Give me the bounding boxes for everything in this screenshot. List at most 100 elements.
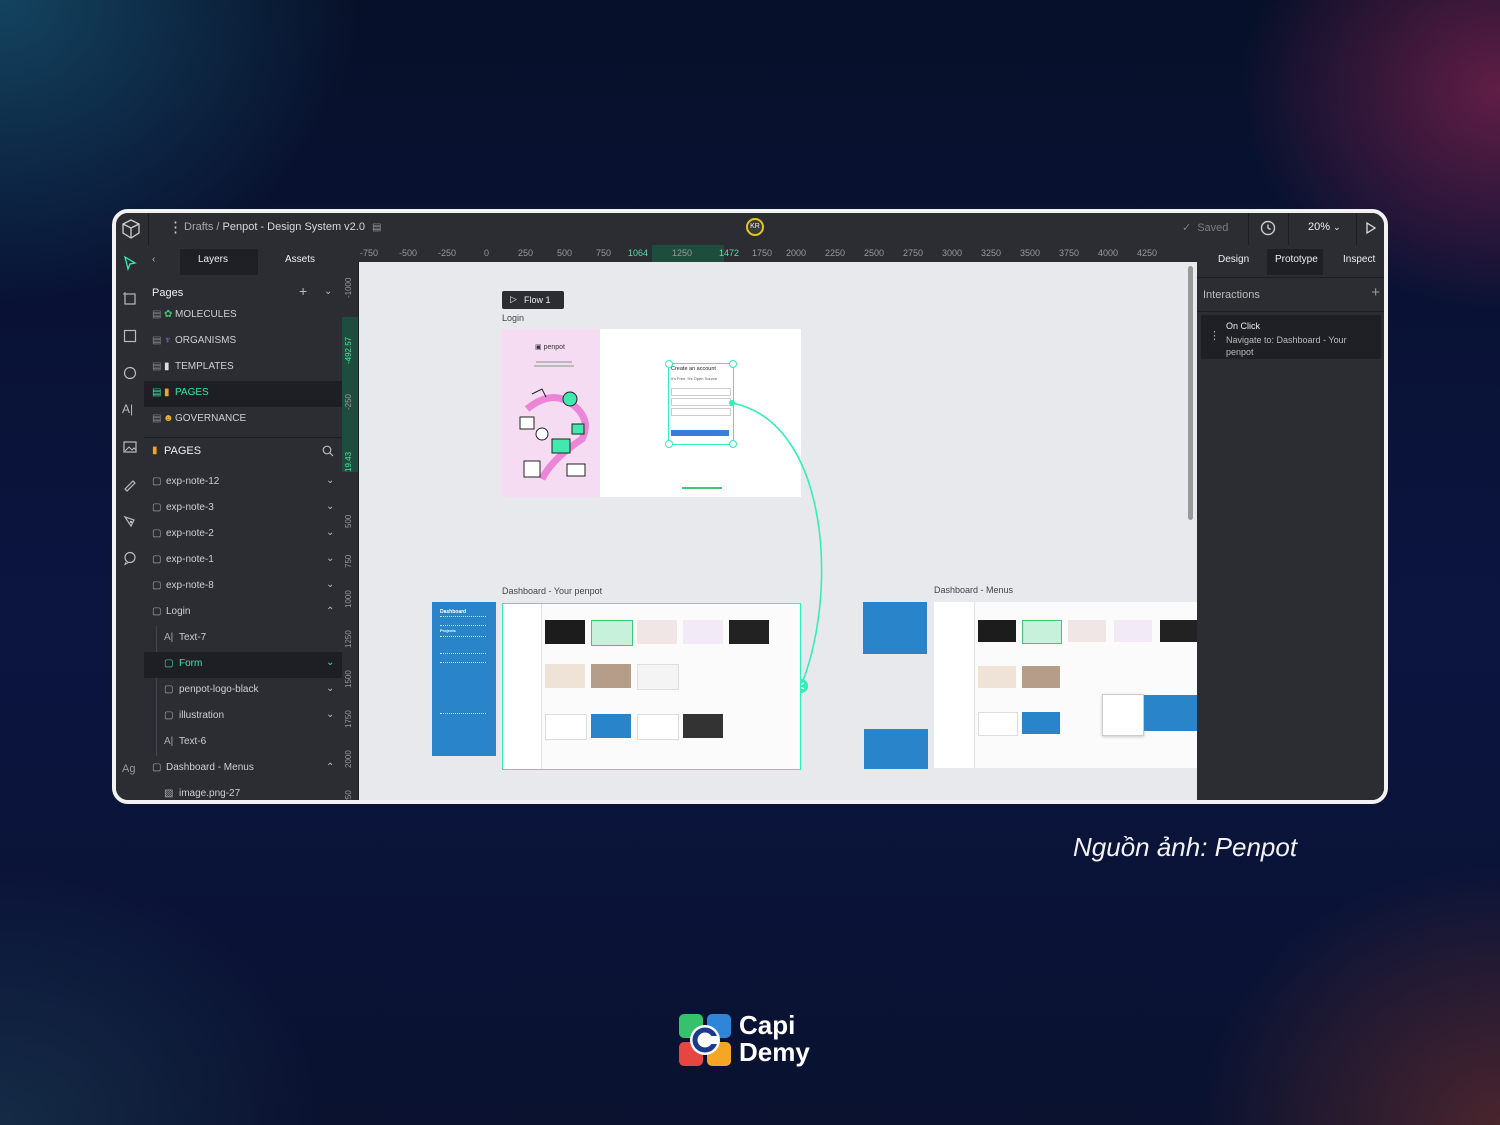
- collapse-sidebar-icon[interactable]: ‹: [152, 254, 155, 265]
- penpot-logo-icon[interactable]: [120, 218, 142, 240]
- chevron-down-icon[interactable]: ⌄: [326, 475, 336, 486]
- board-label-dashboard[interactable]: Dashboard - Your penpot: [502, 586, 602, 596]
- layer-item-dashboard-menus[interactable]: ▢ Dashboard - Menus ⌃: [144, 756, 342, 782]
- file-menu-icon[interactable]: ▤: [372, 222, 381, 233]
- layer-item-text[interactable]: A| Text-7: [144, 626, 342, 652]
- board-icon: ▢: [152, 528, 162, 539]
- dashboard-menus-board[interactable]: [934, 602, 1197, 768]
- layer-item-image[interactable]: ▨ image.png-27: [144, 782, 342, 800]
- interaction-item[interactable]: ⋮ On Click Navigate to: Dashboard - Your…: [1201, 315, 1381, 359]
- board-icon: ▢: [152, 554, 162, 565]
- pages-heading: Pages: [152, 287, 184, 299]
- note-user-area[interactable]: [864, 729, 928, 769]
- page-icon: ▤: [152, 335, 162, 346]
- layer-item[interactable]: ▢ exp-note-2 ⌄: [144, 522, 342, 548]
- chevron-down-icon[interactable]: ⌄: [326, 501, 336, 512]
- ellipse-tool-icon[interactable]: [122, 365, 138, 381]
- canvas[interactable]: ▷ Flow 1 Login ▣ penpot Create an accoun…: [359, 262, 1197, 800]
- page-item-organisms[interactable]: ▤ ♆ ORGANISMS: [144, 329, 342, 355]
- dashboard-board[interactable]: [502, 603, 801, 770]
- penpot-window: ⋮ Drafts / Penpot - Design System v2.0 ▤…: [112, 209, 1388, 804]
- page-item-templates[interactable]: ▤ ▮ TEMPLATES: [144, 355, 342, 381]
- comments-tool-icon[interactable]: [122, 550, 138, 566]
- text-icon: A|: [164, 632, 174, 643]
- right-panel: Design Prototype Inspect Interactions + …: [1197, 245, 1384, 800]
- tab-design[interactable]: Design: [1218, 254, 1249, 265]
- tool-bar: A| Ag: [116, 245, 145, 800]
- sidebar-tabs: ‹ Layers Assets: [144, 245, 342, 277]
- chevron-up-icon[interactable]: ⌃: [326, 606, 336, 617]
- top-bar: ⋮ Drafts / Penpot - Design System v2.0 ▤…: [116, 213, 1384, 246]
- typography-tool[interactable]: Ag: [122, 763, 138, 779]
- board-label-dashboard-menus[interactable]: Dashboard - Menus: [934, 585, 1013, 595]
- chevron-up-icon[interactable]: ⌃: [326, 762, 336, 773]
- board-icon: ▢: [152, 502, 162, 513]
- capidemy-mark-icon: [679, 1014, 731, 1066]
- avatar[interactable]: KR: [746, 218, 764, 236]
- add-interaction-icon[interactable]: +: [1371, 284, 1380, 301]
- canvas-scrollbar[interactable]: [1188, 266, 1193, 520]
- breadcrumb-path[interactable]: Drafts /: [184, 221, 219, 233]
- path-tool-icon[interactable]: [122, 513, 138, 529]
- drag-handle-icon[interactable]: ⋮: [1209, 329, 1220, 342]
- layer-item-form[interactable]: ▢ Form ⌄: [144, 652, 342, 678]
- chevron-down-icon[interactable]: ⌄: [326, 579, 336, 590]
- layer-item[interactable]: ▢ exp-note-8 ⌄: [144, 574, 342, 600]
- text-tool-icon[interactable]: A|: [122, 402, 138, 418]
- layer-item-login[interactable]: ▢ Login ⌃: [144, 600, 342, 626]
- chevron-down-icon[interactable]: ⌄: [326, 527, 336, 538]
- board-icon: ▢: [152, 762, 162, 773]
- page-item-pages[interactable]: ▤ ▮ PAGES: [144, 381, 342, 407]
- page-item-governance[interactable]: ▤ ☻ GOVERNANCE: [144, 407, 342, 433]
- file-name[interactable]: Penpot - Design System v2.0: [223, 221, 365, 233]
- layer-item-text[interactable]: A| Text-6: [144, 730, 342, 756]
- page-icon: ▤: [152, 387, 162, 398]
- molecule-emoji-icon: ✿: [164, 309, 173, 320]
- rectangle-tool-icon[interactable]: [122, 328, 138, 344]
- board-tool-icon[interactable]: [122, 291, 138, 307]
- layer-item[interactable]: ▢ illustration ⌄: [144, 704, 342, 730]
- image-source-caption: Nguồn ảnh: Penpot: [1073, 832, 1298, 862]
- text-icon: A|: [164, 736, 174, 747]
- tab-inspect[interactable]: Inspect: [1343, 254, 1375, 265]
- note-menus[interactable]: [863, 602, 927, 654]
- tab-prototype[interactable]: Prototype: [1275, 254, 1318, 265]
- chevron-down-icon[interactable]: ⌄: [326, 553, 336, 564]
- layer-item[interactable]: ▢ penpot-logo-black ⌄: [144, 678, 342, 704]
- layer-item[interactable]: ▢ exp-note-3 ⌄: [144, 496, 342, 522]
- search-icon[interactable]: [322, 445, 334, 457]
- interaction-action: Navigate to: Dashboard - Your penpot: [1226, 335, 1347, 357]
- history-icon[interactable]: [1258, 218, 1278, 238]
- collapse-pages-icon[interactable]: ⌄: [324, 286, 332, 297]
- add-page-icon[interactable]: +: [299, 283, 307, 299]
- governance-emoji-icon: ☻: [163, 413, 174, 424]
- capidemy-logo: Capi Demy: [677, 1010, 827, 1070]
- move-tool-icon[interactable]: [122, 255, 138, 271]
- board-icon: ▢: [164, 684, 174, 695]
- chevron-down-icon[interactable]: ⌄: [326, 683, 336, 694]
- layer-item[interactable]: ▢ exp-note-12 ⌄: [144, 470, 342, 496]
- page-icon: ▤: [152, 309, 162, 320]
- image-icon: ▨: [164, 788, 174, 799]
- note-dashboard[interactable]: Dashboard Projects: [432, 602, 496, 756]
- view-mode-play-icon[interactable]: [1364, 221, 1378, 235]
- board-icon: ▢: [164, 710, 174, 721]
- chevron-down-icon[interactable]: ⌄: [326, 657, 336, 668]
- saved-status: ✓ Saved: [1182, 222, 1229, 234]
- main-menu-icon[interactable]: ⋮: [168, 220, 183, 236]
- layer-item[interactable]: ▢ exp-note-1 ⌄: [144, 548, 342, 574]
- layers-panel: ‹ Layers Assets Pages + ⌄ ▤ ✿ MOLECULES …: [144, 245, 342, 800]
- tab-layers[interactable]: Layers: [198, 254, 228, 265]
- chevron-down-icon[interactable]: ⌄: [326, 709, 336, 720]
- board-icon: ▢: [152, 606, 162, 617]
- zoom-dropdown[interactable]: 20% ⌄: [1308, 221, 1341, 233]
- image-tool-icon[interactable]: [122, 439, 138, 455]
- layers-heading: ▮ PAGES: [144, 439, 342, 465]
- ruler-horizontal: -750 -500 -250 0 250 500 750 1064 1250 1…: [342, 245, 1198, 263]
- board-icon: ▢: [164, 658, 174, 669]
- page-item-molecules[interactable]: ▤ ✿ MOLECULES: [144, 303, 342, 329]
- tab-assets[interactable]: Assets: [285, 254, 315, 265]
- file-title: Drafts / Penpot - Design System v2.0 ▤: [184, 221, 382, 233]
- curve-tool-icon[interactable]: [122, 476, 138, 492]
- bookmark-emoji-icon: ▮: [164, 387, 170, 398]
